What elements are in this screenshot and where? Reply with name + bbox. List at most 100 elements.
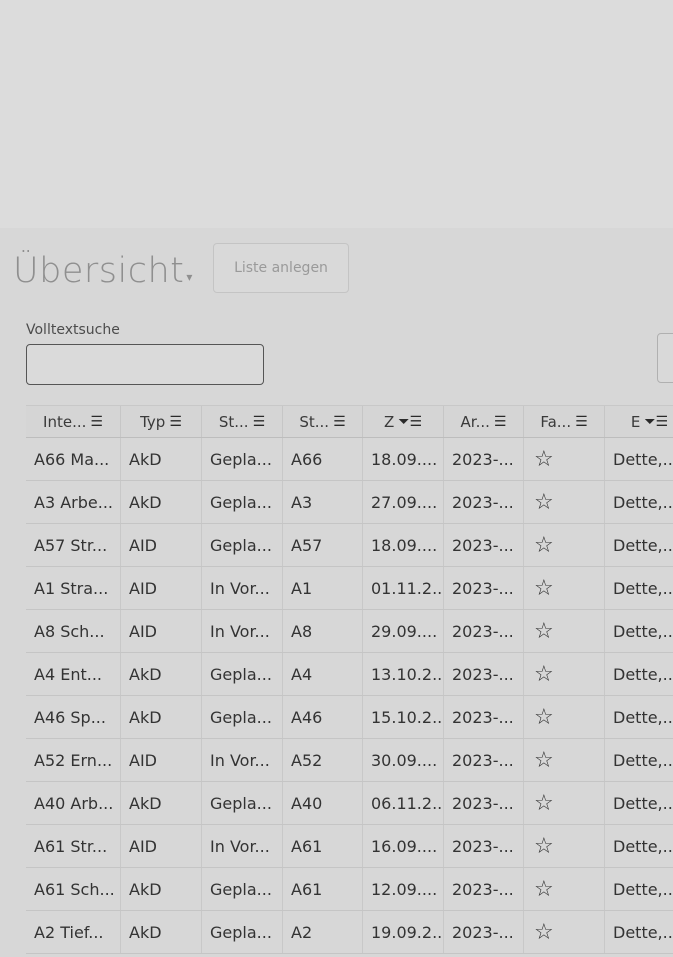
table-cell: A8 Sch...	[26, 610, 121, 652]
toolbar-button[interactable]	[657, 333, 673, 383]
table-cell: 2023-...	[444, 782, 524, 824]
column-menu-icon[interactable]: ☰	[575, 414, 588, 430]
table-cell: 12.09....	[363, 868, 444, 910]
table-cell: A66	[283, 438, 363, 480]
column-header[interactable]: Fa... ☰	[524, 406, 605, 437]
table-row[interactable]: A61 Str... AID In Vor... A61 16.09.... 2023-.…	[26, 825, 673, 868]
table-cell: A61	[283, 868, 363, 910]
table-cell: 27.09....	[363, 481, 444, 523]
favorite-star-icon[interactable]: ☆	[524, 911, 605, 953]
table-cell: In Vor...	[202, 567, 283, 609]
table-row[interactable]: A46 Sp... AkD Gepla... A46 15.10.2... 2023-..…	[26, 696, 673, 739]
column-menu-icon[interactable]: ☰	[90, 414, 103, 430]
overview-panel: Übersicht ▾ Liste anlegen Volltextsuche …	[0, 228, 673, 957]
table-row[interactable]: A57 Str... AID Gepla... A57 18.09.... 2023-..…	[26, 524, 673, 567]
table-row[interactable]: A61 Sch... AkD Gepla... A61 12.09.... 2023-..…	[26, 868, 673, 911]
column-menu-icon[interactable]: ⏷☰	[398, 414, 422, 430]
table-cell: 29.09....	[363, 610, 444, 652]
favorite-star-icon[interactable]: ☆	[524, 524, 605, 566]
table-cell: 2023-...	[444, 739, 524, 781]
table-cell: 2023-...	[444, 911, 524, 953]
table-cell: A66 Ma...	[26, 438, 121, 480]
table-cell: 2023-...	[444, 653, 524, 695]
table-cell: A57 Str...	[26, 524, 121, 566]
table-cell: Dette,...	[605, 696, 673, 738]
table-cell: A3 Arbe...	[26, 481, 121, 523]
table-cell: Dette,...	[605, 825, 673, 867]
table-cell: A3	[283, 481, 363, 523]
table-cell: A40	[283, 782, 363, 824]
table-cell: A52 Ern...	[26, 739, 121, 781]
search-input[interactable]	[26, 344, 264, 385]
table-cell: 2023-...	[444, 825, 524, 867]
favorite-star-icon[interactable]: ☆	[524, 481, 605, 523]
table-row[interactable]: A3 Arbe... AkD Gepla... A3 27.09.... 2023-...…	[26, 481, 673, 524]
table-cell: 30.09....	[363, 739, 444, 781]
favorite-star-icon[interactable]: ☆	[524, 696, 605, 738]
column-menu-icon[interactable]: ☰	[333, 414, 346, 430]
table-cell: 16.09....	[363, 825, 444, 867]
table-cell: AkD	[121, 782, 202, 824]
table-cell: A61 Sch...	[26, 868, 121, 910]
table-cell: AID	[121, 567, 202, 609]
table-cell: Dette,...	[605, 739, 673, 781]
column-header[interactable]: Typ ☰	[121, 406, 202, 437]
table-cell: A52	[283, 739, 363, 781]
table-cell: Dette,...	[605, 610, 673, 652]
column-header-label: Fa...	[540, 412, 572, 431]
table-cell: 2023-...	[444, 567, 524, 609]
table-cell: A4 Ent...	[26, 653, 121, 695]
table-cell: AID	[121, 610, 202, 652]
table-row[interactable]: A66 Ma... AkD Gepla... A66 18.09.... 2023-...…	[26, 438, 673, 481]
table-cell: A1	[283, 567, 363, 609]
favorite-star-icon[interactable]: ☆	[524, 739, 605, 781]
column-header[interactable]: Ar... ☰	[444, 406, 524, 437]
page-title-group[interactable]: Übersicht ▾	[13, 246, 192, 296]
table-row[interactable]: A4 Ent... AkD Gepla... A4 13.10.2... 2023-...…	[26, 653, 673, 696]
table-cell: A46 Sp...	[26, 696, 121, 738]
table-cell: Gepla...	[202, 868, 283, 910]
table-cell: 2023-...	[444, 438, 524, 480]
column-menu-icon[interactable]: ⏷☰	[644, 414, 668, 430]
table-cell: A4	[283, 653, 363, 695]
table-cell: Gepla...	[202, 653, 283, 695]
create-list-button[interactable]: Liste anlegen	[213, 243, 349, 293]
column-header-label: E	[630, 412, 641, 431]
column-header[interactable]: E ⏷☰	[605, 406, 673, 437]
column-menu-icon[interactable]: ☰	[169, 414, 182, 430]
table-row[interactable]: A1 Stra... AID In Vor... A1 01.11.2... 2023-.…	[26, 567, 673, 610]
table-cell: Gepla...	[202, 696, 283, 738]
favorite-star-icon[interactable]: ☆	[524, 653, 605, 695]
favorite-star-icon[interactable]: ☆	[524, 567, 605, 609]
column-header-label: St...	[299, 412, 330, 431]
table-cell: Gepla...	[202, 481, 283, 523]
favorite-star-icon[interactable]: ☆	[524, 782, 605, 824]
column-header-label: Ar...	[460, 412, 490, 431]
column-menu-icon[interactable]: ☰	[253, 414, 266, 430]
table-row[interactable]: A2 Tief... AkD Gepla... A2 19.09.2... 2023-..…	[26, 911, 673, 954]
table-cell: 2023-...	[444, 868, 524, 910]
table-cell: Dette,...	[605, 911, 673, 953]
favorite-star-icon[interactable]: ☆	[524, 868, 605, 910]
table-row[interactable]: A40 Arb... AkD Gepla... A40 06.11.2... 2023-.…	[26, 782, 673, 825]
table-cell: AID	[121, 524, 202, 566]
table-row[interactable]: A52 Ern... AID In Vor... A52 30.09.... 2023-.…	[26, 739, 673, 782]
column-header-label: Typ	[140, 412, 166, 431]
table-cell: 19.09.2...	[363, 911, 444, 953]
table-cell: AkD	[121, 868, 202, 910]
chevron-down-icon[interactable]: ▾	[186, 270, 192, 284]
table-cell: AkD	[121, 911, 202, 953]
table-row[interactable]: A8 Sch... AID In Vor... A8 29.09.... 2023-...…	[26, 610, 673, 653]
column-header-label: Z	[383, 412, 395, 431]
table-cell: 2023-...	[444, 696, 524, 738]
column-header[interactable]: St... ☰	[283, 406, 363, 437]
table-cell: AkD	[121, 481, 202, 523]
column-header[interactable]: St... ☰	[202, 406, 283, 437]
column-header[interactable]: Z ⏷☰	[363, 406, 444, 437]
column-menu-icon[interactable]: ☰	[494, 414, 507, 430]
table-cell: A61 Str...	[26, 825, 121, 867]
favorite-star-icon[interactable]: ☆	[524, 438, 605, 480]
favorite-star-icon[interactable]: ☆	[524, 610, 605, 652]
favorite-star-icon[interactable]: ☆	[524, 825, 605, 867]
column-header[interactable]: Inte... ☰	[26, 406, 121, 437]
